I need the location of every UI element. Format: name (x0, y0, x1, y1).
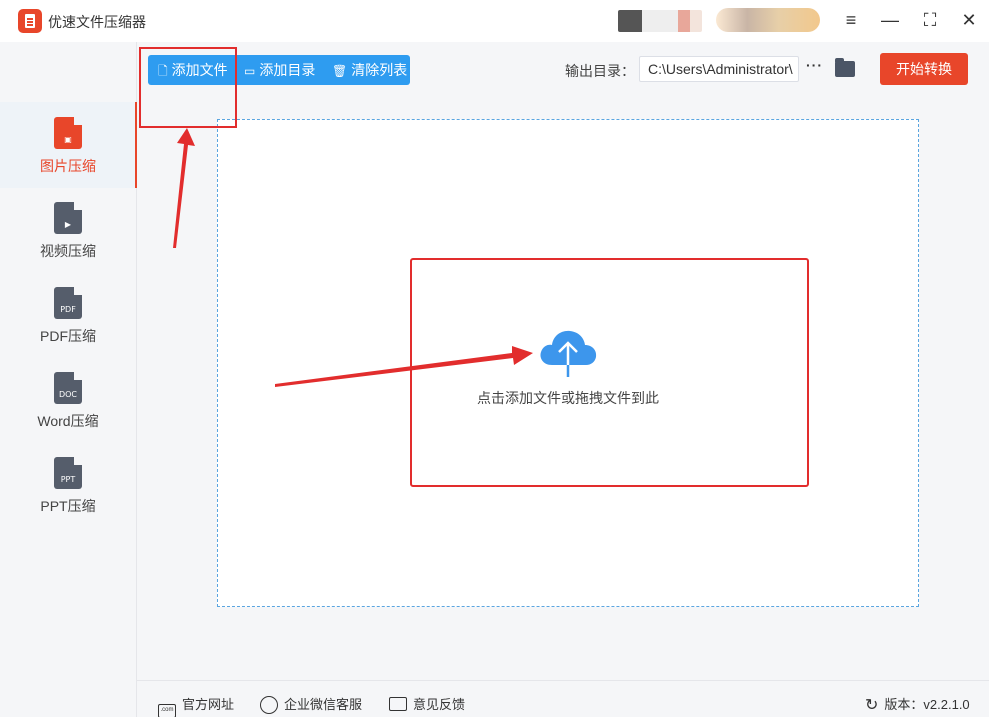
sidebar-item-word[interactable]: DOC Word压缩 (0, 357, 136, 443)
output-dir-label: 输出目录： (565, 63, 635, 79)
app-window: 优速文件压缩器 ≡ — ⛶ ✕ ▣ 图片压缩 ▶ 视频压缩 PDF PDF压缩 … (0, 0, 989, 717)
sidebar: ▣ 图片压缩 ▶ 视频压缩 PDF PDF压缩 DOC Word压缩 PPT P… (0, 42, 137, 717)
chat-icon (260, 696, 278, 714)
footer-bar: .com 官方网址 企业微信客服 意见反馈 ↻ 版本：v2.2.1.0 (137, 680, 989, 717)
sidebar-item-label: Word压缩 (37, 413, 99, 429)
more-options-button[interactable]: ··· (806, 57, 823, 73)
menu-icon[interactable]: ≡ (838, 8, 864, 32)
minimize-icon[interactable]: — (877, 8, 903, 32)
folder-outline-icon: ▭ (244, 64, 256, 78)
sidebar-item-label: PDF压缩 (40, 328, 96, 344)
pdf-file-icon: PDF (54, 287, 82, 319)
start-convert-button[interactable]: 开始转换 (880, 53, 968, 85)
sidebar-item-label: 视频压缩 (40, 243, 96, 259)
app-logo-icon (18, 9, 42, 33)
trash-icon: 🗑 (332, 64, 348, 78)
close-icon[interactable]: ✕ (956, 8, 982, 32)
feedback-link[interactable]: 意见反馈 (389, 694, 465, 713)
sidebar-item-ppt[interactable]: PPT PPT压缩 (0, 442, 136, 528)
refresh-icon: ↻ (865, 697, 879, 714)
wechat-support-link[interactable]: 企业微信客服 (260, 694, 362, 714)
add-directory-button[interactable]: ▭ 添加目录 (244, 55, 315, 85)
website-icon: .com (158, 704, 176, 717)
sidebar-item-video[interactable]: ▶ 视频压缩 (0, 187, 136, 273)
clear-list-button[interactable]: 🗑 清除列表 (332, 55, 407, 85)
feedback-icon (389, 697, 407, 711)
doc-file-icon: DOC (54, 372, 82, 404)
user-info-blurred[interactable] (716, 8, 820, 32)
official-site-link[interactable]: .com 官方网址 (158, 694, 234, 717)
version-info[interactable]: ↻ 版本：v2.2.1.0 (865, 694, 970, 715)
sidebar-item-label: 图片压缩 (40, 158, 96, 174)
sidebar-item-pdf[interactable]: PDF PDF压缩 (0, 272, 136, 358)
image-file-icon: ▣ (54, 117, 82, 149)
annotation-box-drop-area (410, 258, 809, 487)
annotation-arrow-up (173, 128, 195, 248)
user-avatar-blurred[interactable] (618, 10, 702, 32)
ppt-file-icon: PPT (54, 457, 82, 489)
open-folder-icon[interactable] (835, 58, 855, 77)
maximize-icon[interactable]: ⛶ (917, 8, 943, 32)
output-dir-field[interactable]: C:\Users\Administrator\ (639, 56, 799, 82)
annotation-box-add-file (139, 47, 237, 128)
app-title: 优速文件压缩器 (48, 14, 146, 30)
video-file-icon: ▶ (54, 202, 82, 234)
sidebar-item-label: PPT压缩 (40, 498, 96, 514)
title-bar: 优速文件压缩器 ≡ — ⛶ ✕ (0, 0, 989, 42)
sidebar-item-image[interactable]: ▣ 图片压缩 (0, 102, 137, 188)
